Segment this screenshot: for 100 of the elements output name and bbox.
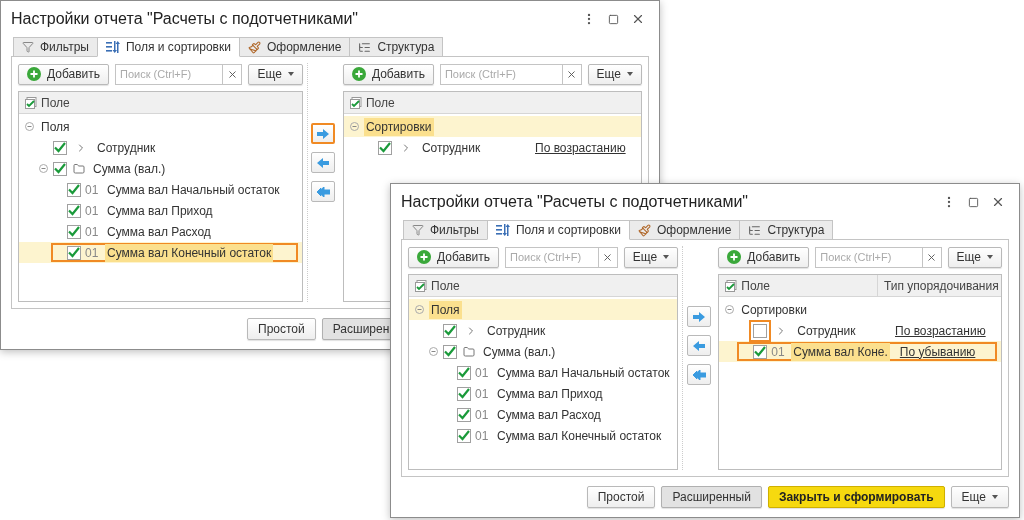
checkbox[interactable] — [67, 203, 81, 218]
caret-icon — [287, 72, 294, 76]
move-button[interactable] — [686, 306, 711, 327]
clear-button[interactable] — [598, 246, 618, 268]
sort-order-link[interactable]: По возрастанию — [895, 323, 986, 338]
more-button[interactable]: Еще — [587, 63, 642, 85]
close-icon[interactable] — [991, 195, 1005, 209]
more-button[interactable]: Еще — [623, 246, 679, 268]
search-field[interactable]: Поиск (Ctrl+F) — [815, 246, 923, 268]
sort-order-link[interactable]: По возрастанию — [535, 140, 626, 155]
checkbox[interactable] — [457, 386, 471, 401]
field-name: Сотрудник — [796, 322, 857, 340]
checkbox[interactable] — [457, 365, 471, 380]
collapse-icon[interactable] — [25, 122, 34, 131]
checkbox[interactable] — [67, 224, 81, 239]
tree-row[interactable]: Сортировки — [719, 299, 1001, 320]
move-button[interactable] — [311, 181, 336, 202]
checkbox[interactable] — [443, 344, 457, 359]
tree-row[interactable]: 01 Сумма вал Конечный остаток — [409, 425, 678, 446]
more-button[interactable]: Еще — [947, 246, 1002, 268]
tree-row[interactable]: Сумма (вал.) — [409, 341, 678, 362]
tab[interactable]: Поля и сортировки — [96, 37, 240, 57]
clear-button[interactable] — [922, 246, 942, 268]
check-all-icon[interactable] — [725, 279, 738, 292]
field-name: Сумма вал Конечный остаток — [105, 243, 274, 262]
tab[interactable]: Структура — [349, 37, 444, 57]
checkbox[interactable] — [377, 140, 392, 155]
checkbox[interactable] — [53, 140, 67, 155]
clear-button[interactable] — [223, 63, 243, 85]
collapse-icon[interactable] — [725, 305, 735, 314]
footer-button[interactable]: Простой — [586, 486, 656, 508]
tree-row[interactable]: Сотрудник По возрастанию — [719, 320, 1001, 341]
tree-row[interactable]: 01 Сумма вал Приход — [19, 200, 302, 221]
tree-row[interactable]: Поля — [19, 116, 302, 137]
tree-row[interactable]: Сотрудник — [19, 137, 302, 158]
field-name: Сумма вал Расход — [496, 406, 602, 424]
checkbox[interactable] — [67, 245, 81, 260]
close-icon[interactable] — [631, 12, 645, 26]
check-icon — [378, 142, 391, 153]
check-all-icon[interactable] — [25, 96, 37, 109]
move-button[interactable] — [686, 364, 711, 385]
checkbox[interactable] — [457, 407, 471, 422]
check-icon — [754, 346, 767, 357]
tab[interactable]: Оформление — [238, 37, 351, 57]
checkbox[interactable] — [53, 161, 67, 176]
tree-row[interactable]: Сотрудник — [409, 320, 678, 341]
tab[interactable]: Фильтры — [13, 37, 98, 57]
check-all-icon[interactable] — [415, 279, 427, 292]
move-button[interactable] — [686, 335, 711, 356]
add-button[interactable]: Добавить — [18, 63, 110, 85]
footer-button[interactable]: Еще — [950, 486, 1009, 508]
checkbox[interactable] — [443, 323, 457, 338]
field-name: Сортировки — [740, 301, 808, 319]
generate-button[interactable]: Закрыть и сформировать — [767, 486, 945, 508]
tree-row[interactable]: 01 Сумма вал Коне. По убыванию — [719, 341, 1001, 362]
tree-row[interactable]: 01 Сумма вал Приход — [409, 383, 678, 404]
maximize-icon[interactable] — [968, 196, 979, 208]
move-button[interactable] — [311, 152, 336, 173]
add-icon — [27, 67, 41, 81]
field-name: Сотрудник — [486, 322, 547, 340]
tree-row[interactable]: Поля — [409, 299, 678, 320]
field-name: Сумма вал Приход — [496, 385, 604, 403]
checkbox[interactable] — [457, 428, 471, 443]
sort-order-link[interactable]: По убыванию — [899, 344, 976, 359]
collapse-icon[interactable] — [39, 164, 48, 173]
checkbox[interactable] — [753, 344, 768, 359]
tree-row[interactable]: 01 Сумма вал Расход — [19, 221, 302, 242]
tree-row[interactable]: 01 Сумма вал Начальный остаток — [409, 362, 678, 383]
search-field[interactable]: Поиск (Ctrl+F) — [505, 246, 599, 268]
search-field[interactable]: Поиск (Ctrl+F) — [439, 63, 563, 85]
move-button[interactable] — [311, 123, 336, 144]
tab[interactable]: Поля и сортировки — [486, 220, 630, 240]
add-button[interactable]: Добавить — [718, 246, 810, 268]
more-button[interactable]: Еще — [248, 63, 303, 85]
tree-row[interactable]: Сумма (вал.) — [19, 158, 302, 179]
tree-row[interactable]: 01 Сумма вал Начальный остаток — [19, 179, 302, 200]
add-button[interactable]: Добавить — [342, 63, 434, 85]
add-button[interactable]: Добавить — [408, 246, 500, 268]
field-name: Сумма (вал.) — [482, 343, 557, 361]
footer-button[interactable]: Расширенный — [661, 486, 762, 508]
tree-row[interactable]: 01 Сумма вал Расход — [409, 404, 678, 425]
checkbox[interactable] — [67, 182, 81, 197]
tab[interactable]: Структура — [739, 220, 834, 240]
maximize-icon[interactable] — [608, 13, 619, 25]
collapse-icon[interactable] — [415, 305, 424, 314]
close-icon — [602, 251, 614, 263]
field-code: 01 — [475, 385, 490, 403]
tab[interactable]: Оформление — [628, 220, 741, 240]
tab[interactable]: Фильтры — [403, 220, 488, 240]
collapse-icon[interactable] — [429, 347, 438, 356]
tree-row[interactable]: Сортировки — [343, 116, 641, 137]
tree-row[interactable]: Сотрудник По возрастанию — [343, 137, 641, 158]
collapse-icon[interactable] — [349, 122, 359, 131]
search-field[interactable]: Поиск (Ctrl+F) — [115, 63, 224, 85]
clear-button[interactable] — [562, 63, 582, 85]
tree-row[interactable]: 01 Сумма вал Конечный остаток — [19, 242, 302, 263]
field-code: 01 — [771, 343, 786, 361]
add-icon — [351, 67, 366, 81]
check-all-icon[interactable] — [349, 96, 362, 109]
footer-button[interactable]: Простой — [247, 318, 316, 340]
